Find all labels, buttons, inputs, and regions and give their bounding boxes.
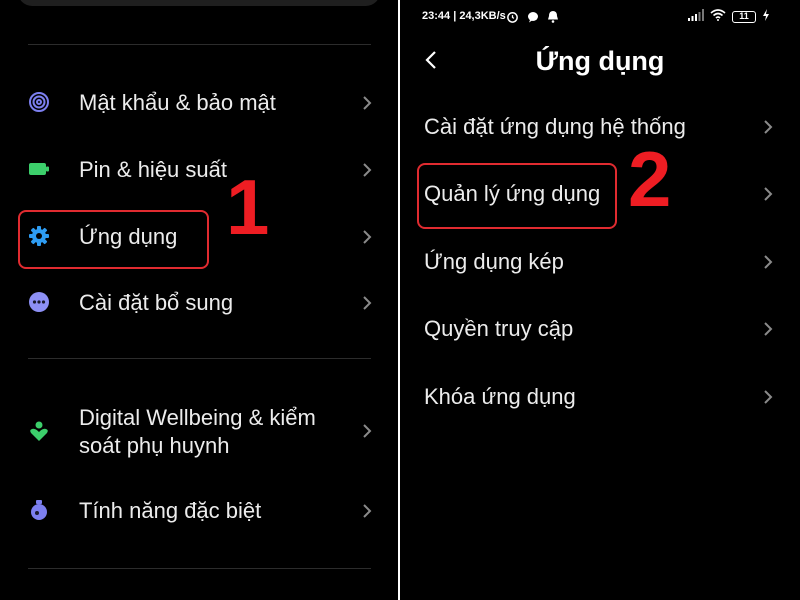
settings-list-panel: Mật khẩu & bảo mật Pin & hiệu suất Ứng d… bbox=[0, 0, 398, 600]
flask-icon bbox=[27, 498, 51, 522]
more-dots-icon bbox=[27, 290, 51, 314]
chevron-right-icon bbox=[763, 321, 773, 337]
settings-item-label: Pin & hiệu suất bbox=[79, 157, 227, 182]
chevron-right-icon bbox=[763, 119, 773, 135]
chat-bubble-icon bbox=[527, 10, 539, 28]
step-number: 2 bbox=[628, 135, 672, 223]
top-card[interactable] bbox=[18, 0, 380, 6]
signal-icon bbox=[688, 8, 704, 26]
chevron-right-icon bbox=[362, 95, 372, 111]
divider bbox=[28, 44, 371, 45]
settings-item-label-line1: Digital Wellbeing & kiểm bbox=[79, 405, 316, 430]
step-number: 1 bbox=[226, 163, 270, 251]
status-right-icons: 11 bbox=[688, 9, 770, 25]
chevron-right-icon bbox=[362, 162, 372, 178]
settings-item-digital-wellbeing[interactable]: Digital Wellbeing & kiểm soát phụ huynh bbox=[0, 400, 398, 464]
status-time-speed: 23:44 | 24,3KB/s bbox=[422, 10, 506, 22]
settings-item-battery-performance[interactable]: Pin & hiệu suất bbox=[0, 145, 398, 195]
heart-person-icon bbox=[27, 419, 51, 443]
settings-item-additional-settings[interactable]: Cài đặt bổ sung bbox=[0, 278, 398, 328]
apps-item-label: Khóa ứng dụng bbox=[424, 384, 576, 409]
apps-screen-panel: 23:44 | 24,3KB/s 11 Ứng dụng Cài đặt ứng… bbox=[400, 0, 800, 600]
chevron-right-icon bbox=[362, 295, 372, 311]
apps-item-dual-apps[interactable]: Ứng dụng kép bbox=[400, 238, 800, 288]
chevron-right-icon bbox=[763, 254, 773, 270]
battery-level-text: 11 bbox=[739, 11, 749, 21]
chevron-right-icon bbox=[763, 186, 773, 202]
chevron-right-icon bbox=[763, 389, 773, 405]
battery-icon bbox=[27, 157, 51, 181]
status-left-icons bbox=[506, 10, 559, 28]
apps-item-system-app-settings[interactable]: Cài đặt ứng dụng hệ thống bbox=[400, 103, 800, 153]
settings-item-special-features[interactable]: Tính năng đặc biệt bbox=[0, 486, 398, 536]
chevron-right-icon bbox=[362, 229, 372, 245]
apps-item-permissions[interactable]: Quyền truy cập bbox=[400, 305, 800, 355]
apps-item-label: Quyền truy cập bbox=[424, 316, 574, 341]
fingerprint-icon bbox=[27, 90, 51, 114]
chevron-right-icon bbox=[362, 423, 372, 439]
page-title: Ứng dụng bbox=[535, 46, 665, 76]
status-bar: 23:44 | 24,3KB/s bbox=[422, 10, 506, 26]
bell-icon bbox=[547, 10, 559, 28]
divider bbox=[28, 358, 371, 359]
battery-status-icon: 11 bbox=[732, 11, 756, 23]
alarm-icon bbox=[506, 10, 519, 28]
settings-item-label-line2: soát phụ huynh bbox=[79, 433, 230, 458]
chevron-right-icon bbox=[362, 503, 372, 519]
divider bbox=[28, 568, 371, 569]
apps-item-app-lock[interactable]: Khóa ứng dụng bbox=[400, 373, 800, 423]
apps-item-label: Ứng dụng kép bbox=[424, 249, 564, 274]
highlight-box bbox=[417, 163, 617, 229]
wifi-icon bbox=[710, 8, 726, 26]
settings-item-password-security[interactable]: Mật khẩu & bảo mật bbox=[0, 78, 398, 128]
settings-item-label: Mật khẩu & bảo mật bbox=[79, 90, 276, 115]
settings-item-label: Tính năng đặc biệt bbox=[79, 498, 262, 523]
settings-item-label: Cài đặt bổ sung bbox=[79, 290, 234, 315]
highlight-box bbox=[18, 210, 209, 269]
charging-icon bbox=[762, 8, 770, 26]
